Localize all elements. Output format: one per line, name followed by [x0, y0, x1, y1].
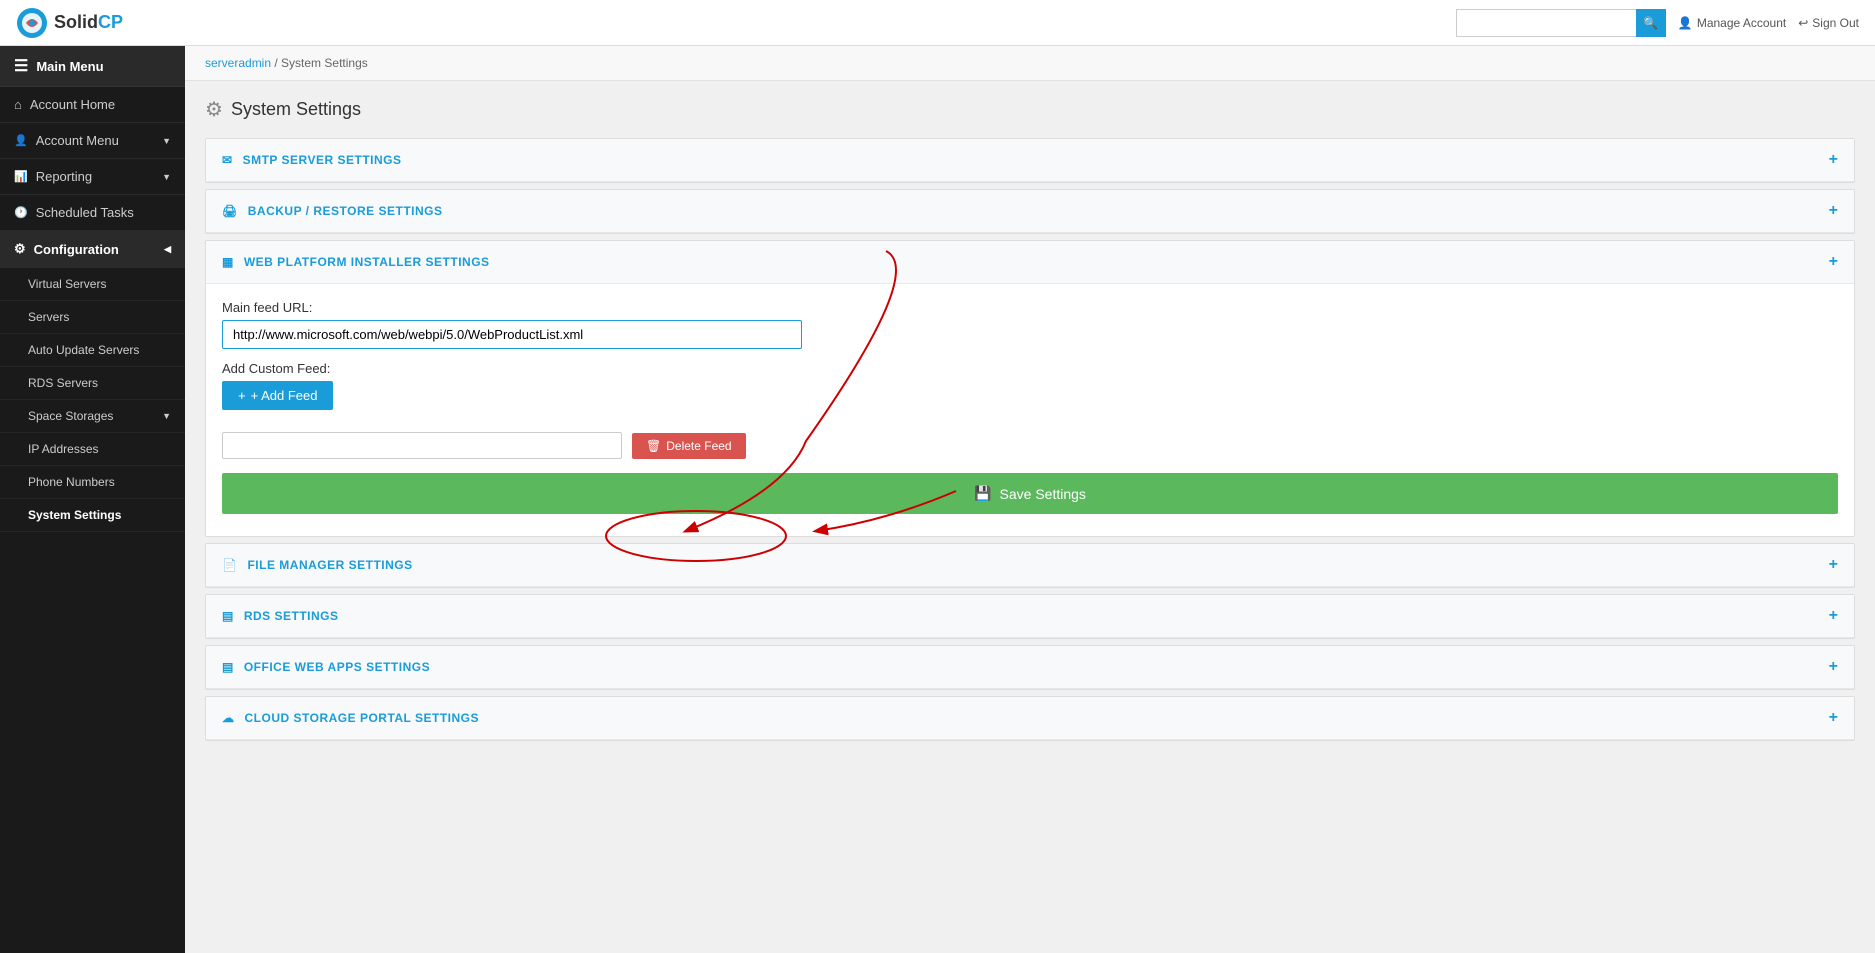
trash-icon: 🗑	[646, 439, 661, 453]
sidebar-item-configuration[interactable]: ⚙ Configuration ◀	[0, 231, 185, 268]
clock-icon: 🕐	[14, 206, 28, 219]
main-layout: ☰ Main Menu ⌂ Account Home 👤 Account Men…	[0, 46, 1875, 953]
search-icon: 🔍	[1643, 16, 1658, 30]
cloud-storage-header[interactable]: ☁ CLOUD STORAGE PORTAL SETTINGS +	[206, 697, 1854, 740]
main-feed-label: Main feed URL:	[222, 300, 1838, 315]
breadcrumb: serveradmin / System Settings	[185, 46, 1875, 81]
top-nav-right: 🔍 👤 Manage Account ↩ Sign Out	[1456, 9, 1859, 37]
sidebar-item-auto-update-servers[interactable]: Auto Update Servers	[0, 334, 185, 367]
rds-section: ▤ RDS SETTINGS +	[205, 594, 1855, 639]
user-icon: 👤	[14, 134, 28, 147]
manage-account-link[interactable]: 👤 Manage Account	[1678, 16, 1786, 30]
logo-icon	[16, 7, 48, 39]
sidebar-item-virtual-servers[interactable]: Virtual Servers	[0, 268, 185, 301]
save-settings-button[interactable]: 💾 Save Settings	[222, 473, 1838, 514]
backup-toggle-icon: +	[1829, 202, 1838, 220]
breadcrumb-current: System Settings	[281, 56, 368, 70]
rds-icon: ▤	[222, 609, 234, 623]
add-custom-feed-label: Add Custom Feed:	[222, 361, 1838, 376]
search-bar: 🔍	[1456, 9, 1666, 37]
office-header[interactable]: ▤ OFFICE WEB APPS SETTINGS +	[206, 646, 1854, 689]
account-menu-left: 👤 Account Menu	[14, 133, 119, 148]
add-feed-plus-icon: +	[238, 388, 246, 403]
sidebar-item-space-storages[interactable]: Space Storages ▼	[0, 400, 185, 433]
account-menu-arrow: ▼	[162, 136, 171, 146]
backup-header[interactable]: 🖨 BACKUP / RESTORE SETTINGS +	[206, 190, 1854, 233]
feed-row: 🗑 Delete Feed	[222, 432, 1838, 459]
search-button[interactable]: 🔍	[1636, 9, 1666, 37]
wpi-section: ▦ WEB PLATFORM INSTALLER SETTINGS + Main…	[205, 240, 1855, 537]
smtp-header[interactable]: ✉ SMTP SERVER SETTINGS +	[206, 139, 1854, 182]
search-input[interactable]	[1456, 9, 1636, 37]
wpi-icon: ▦	[222, 255, 234, 269]
sign-out-link[interactable]: ↩ Sign Out	[1798, 16, 1859, 30]
logo: SolidCP	[16, 7, 123, 39]
file-manager-toggle-icon: +	[1829, 556, 1838, 574]
reporting-arrow: ▼	[162, 172, 171, 182]
file-manager-section: 📄 FILE MANAGER SETTINGS +	[205, 543, 1855, 588]
main-feed-input[interactable]	[222, 320, 802, 349]
cloud-storage-toggle-icon: +	[1829, 709, 1838, 727]
sidebar-item-servers[interactable]: Servers	[0, 301, 185, 334]
cloud-storage-section: ☁ CLOUD STORAGE PORTAL SETTINGS +	[205, 696, 1855, 741]
breadcrumb-parent[interactable]: serveradmin	[205, 56, 271, 70]
menu-icon: ☰	[14, 56, 28, 76]
add-feed-button[interactable]: + + Add Feed	[222, 381, 333, 410]
space-storages-arrow: ▼	[162, 411, 171, 421]
config-left: ⚙ Configuration	[14, 241, 119, 257]
gear-icon: ⚙	[14, 241, 26, 257]
page-content: ⚙ System Settings ✉ SMTP SERVER SETTINGS…	[185, 81, 1875, 763]
feed-url-input[interactable]	[222, 432, 622, 459]
office-icon: ▤	[222, 660, 234, 674]
top-navbar: SolidCP 🔍 👤 Manage Account ↩ Sign Out	[0, 0, 1875, 46]
sidebar-item-reporting[interactable]: 📊 Reporting ▼	[0, 159, 185, 195]
wpi-toggle-icon: +	[1829, 253, 1838, 271]
office-web-apps-section: ▤ OFFICE WEB APPS SETTINGS +	[205, 645, 1855, 690]
sidebar-main-menu[interactable]: ☰ Main Menu	[0, 46, 185, 87]
sidebar-item-ip-addresses[interactable]: IP Addresses	[0, 433, 185, 466]
content-area: serveradmin / System Settings ⚙ System S…	[185, 46, 1875, 953]
smtp-toggle-icon: +	[1829, 151, 1838, 169]
file-icon: 📄	[222, 558, 237, 572]
home-icon: ⌂	[14, 97, 22, 112]
backup-icon: 🖨	[222, 204, 238, 218]
smtp-icon: ✉	[222, 153, 233, 167]
chart-icon: 📊	[14, 170, 28, 183]
sidebar-item-scheduled-tasks[interactable]: 🕐 Scheduled Tasks	[0, 195, 185, 231]
manage-account-icon: 👤	[1678, 16, 1693, 30]
sidebar-item-phone-numbers[interactable]: Phone Numbers	[0, 466, 185, 499]
smtp-section: ✉ SMTP SERVER SETTINGS +	[205, 138, 1855, 183]
page-title-gear-icon: ⚙	[205, 97, 223, 122]
wpi-header[interactable]: ▦ WEB PLATFORM INSTALLER SETTINGS +	[206, 241, 1854, 284]
logo-text: SolidCP	[54, 12, 123, 33]
rds-toggle-icon: +	[1829, 607, 1838, 625]
page-title: ⚙ System Settings	[205, 97, 1855, 122]
sidebar-item-rds-servers[interactable]: RDS Servers	[0, 367, 185, 400]
office-toggle-icon: +	[1829, 658, 1838, 676]
floppy-icon: 💾	[974, 485, 991, 502]
sidebar: ☰ Main Menu ⌂ Account Home 👤 Account Men…	[0, 46, 185, 953]
config-arrow: ◀	[164, 244, 171, 255]
cloud-icon: ☁	[222, 711, 235, 725]
main-feed-url-group: Main feed URL:	[222, 300, 1838, 349]
reporting-left: 📊 Reporting	[14, 169, 92, 184]
sidebar-item-system-settings[interactable]: System Settings	[0, 499, 185, 532]
delete-feed-button[interactable]: 🗑 Delete Feed	[632, 433, 746, 459]
wpi-body: Main feed URL: Add Custom Feed: + + Add …	[206, 284, 1854, 536]
rds-header[interactable]: ▤ RDS SETTINGS +	[206, 595, 1854, 638]
sign-out-icon: ↩	[1798, 16, 1808, 30]
sidebar-item-account-home[interactable]: ⌂ Account Home	[0, 87, 185, 123]
backup-section: 🖨 BACKUP / RESTORE SETTINGS +	[205, 189, 1855, 234]
add-custom-feed-group: Add Custom Feed: + + Add Feed	[222, 361, 1838, 420]
sidebar-item-account-menu[interactable]: 👤 Account Menu ▼	[0, 123, 185, 159]
file-manager-header[interactable]: 📄 FILE MANAGER SETTINGS +	[206, 544, 1854, 587]
